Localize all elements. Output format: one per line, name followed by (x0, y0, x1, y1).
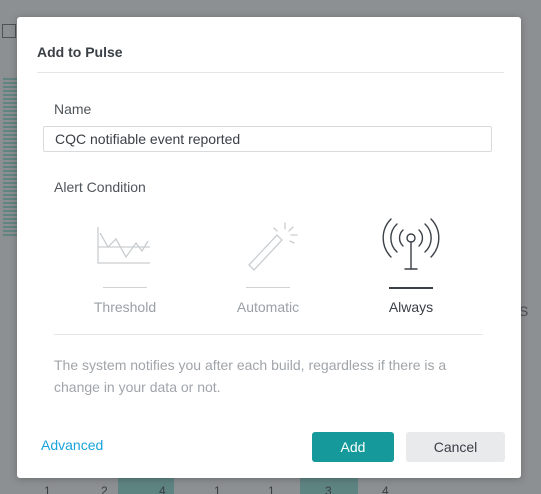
background-cell: 1 (44, 484, 51, 494)
background-cell: 4 (159, 484, 166, 494)
always-label: Always (388, 299, 434, 315)
option-underline (103, 287, 147, 288)
add-button[interactable]: Add (312, 432, 394, 462)
magic-wand-icon (248, 222, 298, 271)
threshold-label: Threshold (93, 299, 157, 315)
condition-description: The system notifies you after each build… (54, 357, 447, 395)
option-underline (389, 287, 433, 289)
background-cell: 1 (214, 484, 221, 494)
background-cell: 3 (325, 484, 332, 494)
options-divider (54, 334, 483, 335)
advanced-link[interactable]: Advanced (41, 437, 103, 453)
threshold-option[interactable]: Threshold (55, 217, 195, 327)
title-divider (37, 72, 504, 73)
name-label: Name (54, 101, 92, 117)
option-underline (246, 287, 290, 288)
expand-icon (2, 24, 16, 38)
background-chart-strip (3, 78, 17, 238)
alert-condition-label: Alert Condition (54, 179, 146, 195)
background-cell: 2 (101, 484, 108, 494)
threshold-chart-icon (97, 227, 150, 264)
name-input[interactable] (43, 126, 492, 152)
broadcast-antenna-icon (382, 218, 440, 270)
background-cell: 1 (268, 484, 275, 494)
background-cell: 4 (382, 484, 389, 494)
automatic-option[interactable]: Automatic (198, 217, 338, 327)
automatic-label: Automatic (236, 299, 300, 315)
always-option[interactable]: Always (341, 217, 481, 327)
add-to-pulse-dialog: Add to Pulse Name Alert Condition Thresh… (17, 17, 521, 478)
cancel-button[interactable]: Cancel (406, 432, 505, 462)
dialog-title: Add to Pulse (37, 44, 123, 60)
